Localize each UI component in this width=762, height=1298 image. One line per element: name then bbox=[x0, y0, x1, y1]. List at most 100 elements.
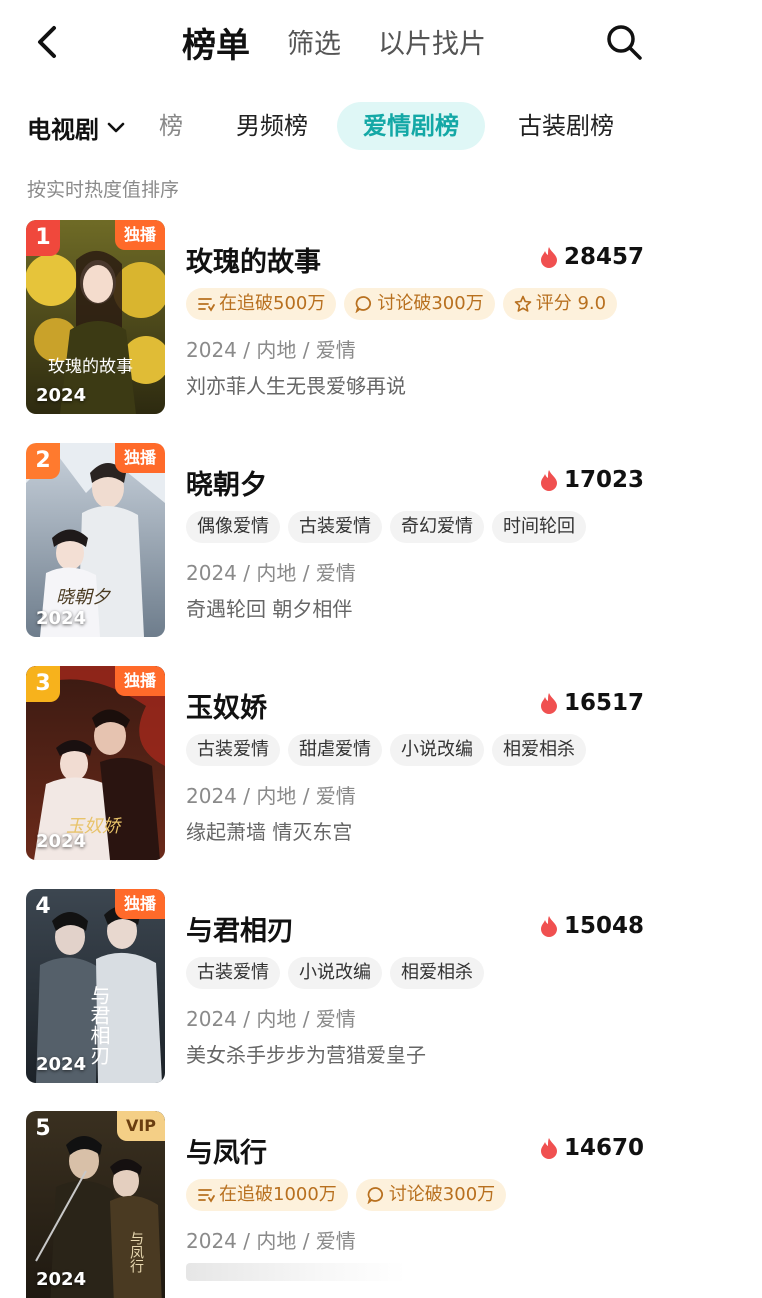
tag: 奇幻爱情 bbox=[390, 511, 484, 543]
tag-label: 讨论破300万 bbox=[388, 1184, 496, 1205]
item-title[interactable]: 玫瑰的故事 bbox=[186, 240, 321, 279]
tag: 在追破1000万 bbox=[186, 1179, 348, 1211]
item-desc-placeholder bbox=[186, 1263, 406, 1281]
heat-value: 17023 bbox=[563, 467, 644, 493]
search-icon[interactable] bbox=[604, 22, 644, 62]
star-icon bbox=[514, 295, 532, 312]
tag: 小说改编 bbox=[390, 734, 484, 766]
follow-icon bbox=[198, 1189, 215, 1203]
tag-label: 在追破500万 bbox=[219, 293, 326, 314]
poster-year: 2024 bbox=[36, 1054, 87, 1075]
poster-image[interactable]: 与凤行 5 VIP 2024 bbox=[26, 1111, 165, 1298]
item-title[interactable]: 与凤行 bbox=[186, 1131, 267, 1170]
tag: 偶像爱情 bbox=[186, 511, 280, 543]
tag: 古装爱情 bbox=[186, 734, 280, 766]
tag: 古装爱情 bbox=[288, 511, 382, 543]
flame-icon bbox=[540, 470, 557, 491]
tab-ranking[interactable]: 榜单 bbox=[182, 18, 250, 67]
flame-icon bbox=[540, 247, 557, 268]
poster-image[interactable]: 与君相刃 4 独播 2024 bbox=[26, 889, 165, 1083]
comment-icon bbox=[367, 1187, 383, 1204]
poster-title: 晓朝夕 bbox=[56, 587, 110, 608]
item-title[interactable]: 玉奴娇 bbox=[186, 686, 267, 725]
exclusive-badge: 独播 bbox=[114, 666, 165, 696]
top-bar: 榜单 筛选 以片找片 bbox=[0, 0, 762, 84]
tag: 甜虐爱情 bbox=[288, 734, 382, 766]
exclusive-badge: 独播 bbox=[114, 220, 165, 250]
poster-year: 2024 bbox=[36, 831, 87, 852]
poster-year: 2024 bbox=[36, 608, 87, 629]
item-title[interactable]: 晓朝夕 bbox=[186, 463, 267, 502]
chip-male-channel[interactable]: 男频榜 bbox=[210, 102, 334, 150]
item-desc: 奇遇轮回 朝夕相伴 bbox=[186, 597, 353, 621]
tag: 讨论破300万 bbox=[355, 1179, 507, 1211]
category-dropdown[interactable]: 电视剧 bbox=[27, 110, 125, 145]
list-item[interactable]: 玫瑰的故事 1 独播 2024 玫瑰的故事 28457 在追破500万 讨论破3… bbox=[0, 220, 762, 420]
sort-note: 按实时热度值排序 bbox=[27, 179, 180, 201]
rank-badge: 4 bbox=[35, 894, 51, 919]
rank-badge: 1 bbox=[26, 220, 60, 256]
poster-title: 玫瑰的故事 bbox=[48, 357, 133, 377]
category-dropdown-label: 电视剧 bbox=[27, 116, 99, 144]
chip-partial[interactable]: 榜 bbox=[133, 102, 209, 150]
tag-row: 偶像爱情 古装爱情 奇幻爱情 时间轮回 bbox=[186, 511, 586, 543]
tag: 评分 9.0 bbox=[502, 288, 618, 320]
item-title[interactable]: 与君相刃 bbox=[186, 909, 294, 948]
exclusive-badge: 独播 bbox=[114, 443, 165, 473]
tag: 相爱相杀 bbox=[492, 734, 586, 766]
list-item[interactable]: 晓朝夕 2 独播 2024 晓朝夕 17023 偶像爱情 古装爱情 奇幻爱情 时… bbox=[0, 443, 762, 643]
poster-title: 与君相刃 bbox=[87, 985, 111, 1065]
heat-score: 28457 bbox=[540, 244, 644, 270]
tab-filter[interactable]: 筛选 bbox=[287, 22, 341, 61]
heat-value: 28457 bbox=[563, 244, 644, 270]
heat-value: 15048 bbox=[563, 913, 644, 939]
item-desc: 缘起萧墙 情灭东宫 bbox=[186, 820, 353, 844]
poster-image[interactable]: 玫瑰的故事 1 独播 2024 bbox=[26, 220, 165, 414]
flame-icon bbox=[540, 1138, 557, 1159]
item-meta: 2024 / 内地 / 爱情 bbox=[186, 561, 356, 585]
item-meta: 2024 / 内地 / 爱情 bbox=[186, 1229, 356, 1253]
heat-score: 15048 bbox=[540, 913, 644, 939]
heat-score: 17023 bbox=[540, 467, 644, 493]
flame-icon bbox=[540, 693, 557, 714]
item-meta: 2024 / 内地 / 爱情 bbox=[186, 784, 356, 808]
item-desc: 刘亦菲人生无畏爱够再说 bbox=[186, 374, 406, 398]
list-item[interactable]: 与君相刃 4 独播 2024 与君相刃 15048 古装爱情 小说改编 相爱相杀… bbox=[0, 889, 762, 1089]
tag-row: 在追破1000万 讨论破300万 bbox=[186, 1179, 507, 1211]
heat-value: 16517 bbox=[563, 690, 644, 716]
tag: 小说改编 bbox=[288, 957, 382, 989]
tag: 时间轮回 bbox=[492, 511, 586, 543]
tag-row: 在追破500万 讨论破300万 评分 9.0 bbox=[186, 288, 618, 320]
rank-badge: 5 bbox=[35, 1116, 51, 1141]
rank-badge: 2 bbox=[26, 443, 60, 479]
chip-costume-drama[interactable]: 古装剧榜 bbox=[492, 102, 640, 150]
vip-badge: VIP bbox=[116, 1111, 165, 1141]
tag: 古装爱情 bbox=[186, 957, 280, 989]
chevron-down-icon bbox=[107, 122, 125, 132]
tag-label: 在追破1000万 bbox=[219, 1184, 337, 1205]
item-meta: 2024 / 内地 / 爱情 bbox=[186, 1007, 356, 1031]
rank-badge: 3 bbox=[26, 666, 60, 702]
tag: 相爱相杀 bbox=[390, 957, 484, 989]
tab-find-by-clip[interactable]: 以片找片 bbox=[378, 22, 486, 61]
tag: 讨论破300万 bbox=[344, 288, 495, 320]
tag-row: 古装爱情 小说改编 相爱相杀 bbox=[186, 957, 484, 989]
tag-label: 评分 9.0 bbox=[535, 293, 607, 314]
comment-icon bbox=[355, 296, 372, 313]
item-desc: 美女杀手步步为营猎爱皇子 bbox=[186, 1043, 426, 1067]
list-item[interactable]: 与凤行 5 VIP 2024 与凤行 14670 在追破1000万 讨论破300… bbox=[0, 1111, 762, 1298]
heat-value: 14670 bbox=[563, 1135, 644, 1161]
category-row: 电视剧 榜 男频榜 爱情剧榜 古装剧榜 bbox=[0, 100, 762, 152]
chip-romance-drama[interactable]: 爱情剧榜 bbox=[337, 102, 485, 150]
heat-score: 16517 bbox=[540, 690, 644, 716]
exclusive-badge: 独播 bbox=[114, 889, 165, 919]
flame-icon bbox=[540, 916, 557, 937]
poster-image[interactable]: 晓朝夕 2 独播 2024 bbox=[26, 443, 165, 637]
follow-icon bbox=[198, 298, 215, 312]
poster-image[interactable]: 玉奴娇 3 独播 2024 bbox=[26, 666, 165, 860]
list-item[interactable]: 玉奴娇 3 独播 2024 玉奴娇 16517 古装爱情 甜虐爱情 小说改编 相… bbox=[0, 666, 762, 866]
tag-row: 古装爱情 甜虐爱情 小说改编 相爱相杀 bbox=[186, 734, 586, 766]
poster-title: 与凤行 bbox=[128, 1231, 144, 1273]
back-arrow-icon[interactable] bbox=[30, 22, 66, 62]
poster-year: 2024 bbox=[36, 385, 87, 406]
